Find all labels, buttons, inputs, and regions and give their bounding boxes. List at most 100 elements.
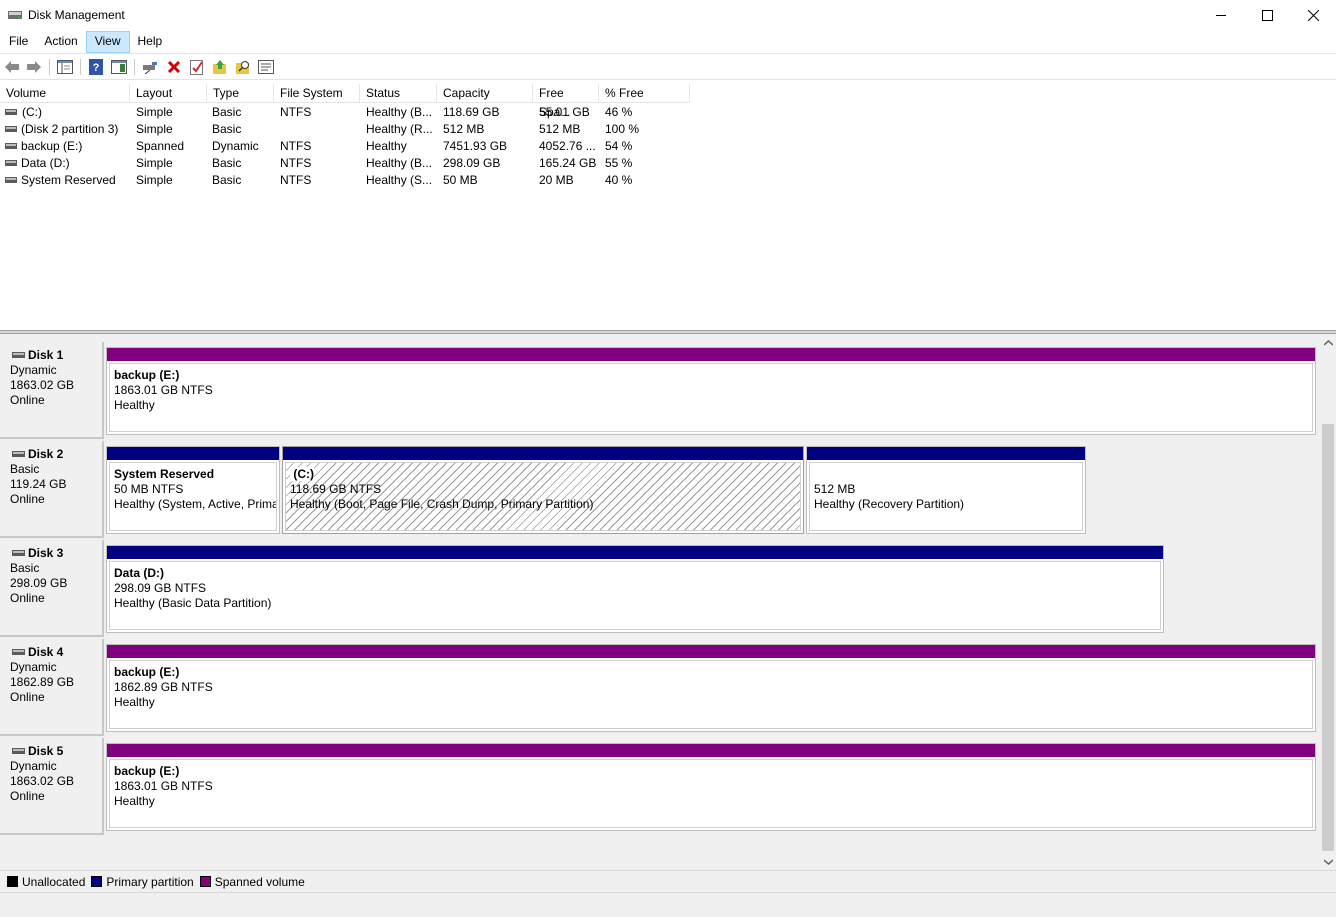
volume-capacity: 118.69 GB: [443, 105, 500, 119]
volume-row[interactable]: (Disk 2 partition 3) Simple Basic Health…: [0, 121, 690, 138]
partition-status: Healthy (Boot, Page File, Crash Dump, Pr…: [290, 497, 594, 511]
console-tree-button[interactable]: [56, 58, 74, 76]
disk-icon: [12, 649, 25, 655]
column-header-layout[interactable]: Layout: [130, 84, 207, 103]
disk-type: Dynamic: [10, 759, 57, 773]
minimize-button[interactable]: [1198, 0, 1244, 31]
menu-file[interactable]: File: [1, 31, 36, 53]
show-pane-button[interactable]: [110, 58, 128, 76]
maximize-button[interactable]: [1244, 0, 1290, 31]
disk-label[interactable]: Disk 1 Dynamic 1863.02 GB Online: [0, 342, 104, 439]
scroll-up-button[interactable]: [1320, 334, 1336, 351]
back-button[interactable]: [3, 58, 21, 76]
partition-size: 512 MB: [814, 482, 856, 496]
partition-block[interactable]: backup (E:) 1863.01 GB NTFS Healthy: [106, 743, 1316, 831]
disk-icon: [12, 550, 25, 556]
column-header-status[interactable]: Status: [360, 84, 437, 103]
title-bar: Disk Management: [0, 0, 1336, 31]
volume-layout: Simple: [136, 122, 173, 136]
partition-block[interactable]: System Reserved 50 MB NTFS Healthy (Syst…: [106, 446, 280, 534]
disk-label[interactable]: Disk 2 Basic 119.24 GB Online: [0, 441, 104, 538]
disk-size: 1863.02 GB: [10, 774, 75, 788]
disk-size: 298.09 GB: [10, 576, 68, 590]
partition-name: backup (E:): [114, 368, 180, 382]
column-header-capacity[interactable]: Capacity: [437, 84, 533, 103]
forward-button[interactable]: [25, 58, 43, 76]
volume-row[interactable]: Data (D:) Simple Basic NTFS Healthy (B..…: [0, 155, 690, 172]
partition-body: System Reserved 50 MB NTFS Healthy (Syst…: [109, 462, 277, 531]
minimize-icon: [1215, 15, 1226, 16]
toolbar-separator: [80, 59, 81, 75]
scroll-thumb[interactable]: [1322, 424, 1334, 851]
disk-type: Basic: [10, 561, 40, 575]
unallocated-swatch: [7, 876, 18, 887]
column-header-volume[interactable]: Volume: [0, 84, 130, 103]
volume-layout: Spanned: [136, 139, 185, 153]
disk-name: Disk 5: [10, 744, 102, 759]
disk-icon: [12, 352, 25, 358]
column-header-free-space[interactable]: Free Spa...: [533, 84, 599, 119]
menu-action[interactable]: Action: [36, 31, 85, 53]
disk-label[interactable]: Disk 3 Basic 298.09 GB Online: [0, 540, 104, 637]
volume-type: Dynamic: [212, 139, 259, 153]
show-pane-icon: [111, 60, 127, 74]
disk-state: Online: [10, 492, 45, 506]
volume-free-space: 20 MB: [539, 173, 574, 187]
volume-list: Volume Layout Type File System Status Ca…: [0, 84, 1336, 330]
volume-row[interactable]: backup (E:) Spanned Dynamic NTFS Healthy…: [0, 138, 690, 155]
partition-size: 298.09 GB NTFS: [114, 581, 207, 595]
disk-row: Disk 2 Basic 119.24 GB Online System Res…: [0, 441, 1320, 540]
partition-status: Healthy (Recovery Partition): [814, 497, 965, 511]
delete-button[interactable]: [165, 58, 183, 76]
connect-drive-button[interactable]: [141, 58, 159, 76]
volume-row[interactable]: (C:) Simple Basic NTFS Healthy (B... 118…: [0, 104, 690, 121]
partition-block-selected[interactable]: (C:) 118.69 GB NTFS Healthy (Boot, Page …: [282, 446, 804, 534]
partition-name: backup (E:): [114, 764, 180, 778]
menu-help[interactable]: Help: [130, 31, 171, 53]
drive-icon: [5, 160, 17, 166]
disk-row: Disk 3 Basic 298.09 GB Online Data (D:) …: [0, 540, 1320, 639]
volume-status: Healthy (S...: [366, 173, 433, 187]
column-header-type[interactable]: Type: [207, 84, 274, 103]
partition-name: (C:): [290, 467, 800, 482]
disk-state: Online: [10, 591, 45, 605]
close-icon: [1307, 10, 1319, 21]
partition-block[interactable]: Data (D:) 298.09 GB NTFS Healthy (Basic …: [106, 545, 1164, 633]
legend-item-unallocated: Unallocated: [7, 875, 85, 889]
search-folder-button[interactable]: [234, 58, 252, 76]
disk-type: Dynamic: [10, 660, 57, 674]
partition-block[interactable]: backup (E:) 1862.89 GB NTFS Healthy: [106, 644, 1316, 732]
volume-free-space: 512 MB: [539, 122, 581, 136]
close-button[interactable]: [1290, 0, 1336, 31]
partition-block[interactable]: 512 MB Healthy (Recovery Partition): [806, 446, 1086, 534]
volume-row[interactable]: System Reserved Simple Basic NTFS Health…: [0, 172, 690, 189]
partition-name: backup (E:): [114, 665, 180, 679]
volume-file-system: NTFS: [280, 173, 312, 187]
up-folder-icon: [213, 60, 226, 74]
scroll-down-button[interactable]: [1320, 853, 1336, 870]
help-button[interactable]: ?: [87, 58, 105, 76]
volume-status: Healthy: [366, 139, 407, 153]
disk-label[interactable]: Disk 5 Dynamic 1863.02 GB Online: [0, 738, 104, 835]
drive-icon: [5, 177, 17, 183]
up-folder-button[interactable]: [211, 58, 229, 76]
disk-state: Online: [10, 393, 45, 407]
partition-block[interactable]: backup (E:) 1863.01 GB NTFS Healthy: [106, 347, 1316, 435]
volume-capacity: 50 MB: [443, 173, 478, 187]
chevron-down-icon: [1323, 858, 1333, 865]
partition-status: Healthy (System, Active, Prima: [114, 497, 277, 511]
disk-size: 119.24 GB: [10, 477, 67, 491]
vertical-scrollbar[interactable]: [1320, 334, 1336, 870]
rescan-button[interactable]: [257, 58, 275, 76]
column-header-file-system[interactable]: File System: [274, 84, 360, 103]
spanned-volume-bar: [107, 348, 1315, 361]
volume-status: Healthy (R...: [366, 122, 433, 136]
properties-button[interactable]: [188, 58, 206, 76]
disk-name: Disk 4: [10, 645, 102, 660]
partition-status: Healthy: [114, 398, 155, 412]
menu-view[interactable]: View: [85, 31, 130, 53]
column-header-percent-free[interactable]: % Free: [599, 84, 690, 103]
disk-label[interactable]: Disk 4 Dynamic 1862.89 GB Online: [0, 639, 104, 736]
disk-row: Disk 1 Dynamic 1863.02 GB Online backup …: [0, 342, 1320, 441]
disk-name: Disk 2: [10, 447, 102, 462]
